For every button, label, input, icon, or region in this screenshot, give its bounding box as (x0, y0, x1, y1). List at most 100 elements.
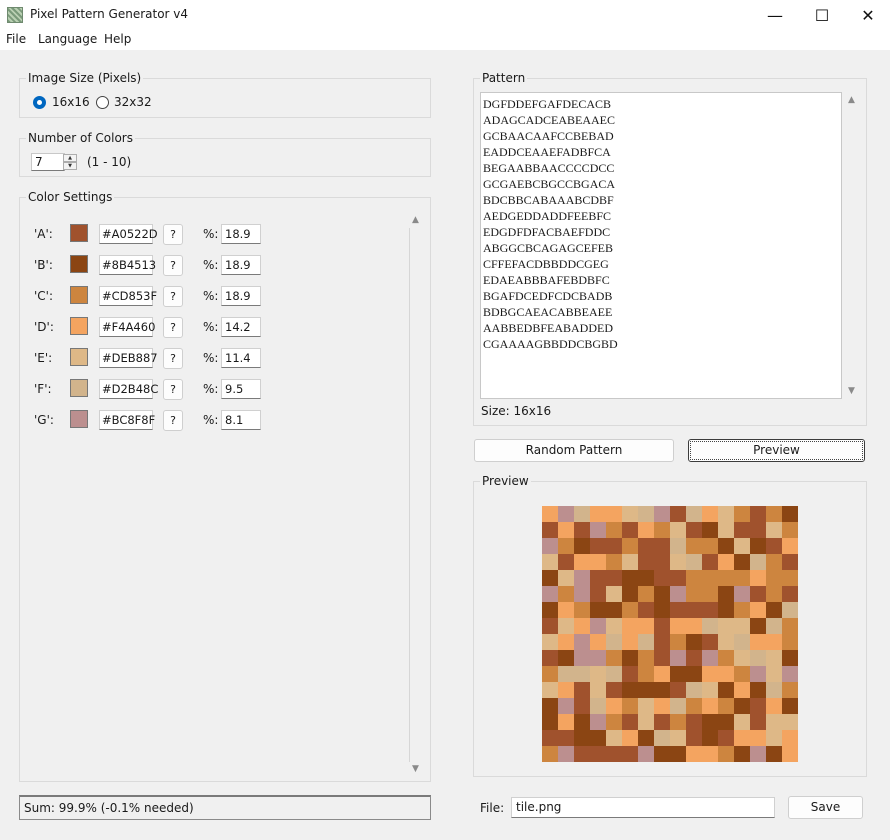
pattern-title: Pattern (480, 71, 528, 85)
preview-pixel (638, 602, 654, 618)
color-help-button[interactable]: ? (163, 410, 183, 431)
preview-pixel (670, 666, 686, 682)
pct-input[interactable]: 18.9 (221, 286, 261, 306)
preview-pixel (702, 554, 718, 570)
menu-bar: File Language Help (0, 30, 890, 50)
preview-pixel (622, 506, 638, 522)
preview-pixel (606, 746, 622, 762)
preview-pixel (766, 666, 782, 682)
pct-input[interactable]: 11.4 (221, 348, 261, 368)
num-colors-input[interactable]: 7 (31, 153, 65, 171)
color-help-button[interactable]: ? (163, 317, 183, 338)
color-help-button[interactable]: ? (163, 379, 183, 400)
color-swatch[interactable] (70, 317, 88, 335)
preview-pixel (766, 698, 782, 714)
color-label: 'C': (34, 289, 54, 303)
pct-input[interactable]: 8.1 (221, 410, 261, 430)
file-name-input[interactable]: tile.png (511, 797, 775, 818)
preview-pixel (654, 650, 670, 666)
color-swatch[interactable] (70, 379, 88, 397)
preview-pixel (606, 522, 622, 538)
preview-pixel (606, 618, 622, 634)
hex-input[interactable]: #A0522D (99, 224, 158, 244)
radio-32x32-label[interactable]: 32x32 (114, 95, 152, 109)
color-row-g: 'G': #BC8F8F ? %: 8.1 (34, 410, 274, 432)
preview-pixel (574, 522, 590, 538)
color-swatch[interactable] (70, 224, 88, 242)
color-swatch[interactable] (70, 286, 88, 304)
color-help-button[interactable]: ? (163, 255, 183, 276)
spin-up-icon[interactable]: ▲ (63, 154, 77, 162)
color-help-button[interactable]: ? (163, 224, 183, 245)
preview-pixel (638, 538, 654, 554)
menu-language[interactable]: Language (38, 32, 97, 46)
preview-pixel (622, 538, 638, 554)
color-swatch[interactable] (70, 348, 88, 366)
num-colors-spinner[interactable]: ▲ ▼ (63, 154, 77, 170)
hex-input[interactable]: #BC8F8F (99, 410, 155, 430)
app-icon (7, 7, 23, 23)
radio-32x32[interactable] (96, 96, 109, 109)
preview-pixel (782, 602, 798, 618)
hex-input[interactable]: #DEB887 (99, 348, 158, 368)
pct-input[interactable]: 18.9 (221, 224, 261, 244)
preview-pixel (638, 650, 654, 666)
preview-pixel (590, 650, 606, 666)
preview-pixel (590, 618, 606, 634)
preview-pixel (622, 586, 638, 602)
maximize-button[interactable]: ☐ (799, 0, 845, 30)
preview-pixel (574, 634, 590, 650)
color-help-button[interactable]: ? (163, 348, 183, 369)
preview-pixel (718, 698, 734, 714)
preview-pixel (670, 506, 686, 522)
hex-input[interactable]: #F4A460 (99, 317, 155, 337)
pattern-line: AEDGEDDADDFEEBFC (483, 209, 612, 223)
radio-16x16[interactable] (33, 96, 46, 109)
preview-pixel (638, 522, 654, 538)
color-swatch[interactable] (70, 255, 88, 273)
preview-pixel (670, 618, 686, 634)
preview-pixel (750, 730, 766, 746)
preview-image (542, 506, 798, 762)
preview-pixel (558, 506, 574, 522)
scroll-down-icon[interactable]: ▼ (412, 764, 419, 774)
pct-input[interactable]: 14.2 (221, 317, 261, 337)
preview-button[interactable]: Preview (688, 439, 865, 462)
preview-pixel (718, 746, 734, 762)
scroll-up-icon[interactable]: ▲ (412, 215, 419, 225)
pattern-scroll-up-icon[interactable]: ▲ (848, 95, 855, 105)
pattern-textarea[interactable]: DGFDDEFGAFDECACB ADAGCADCEABEAAEC GCBAACAA… (480, 92, 842, 399)
preview-pixel (718, 634, 734, 650)
pattern-line: BDCBBCABAAABCDBF (483, 193, 614, 207)
save-button[interactable]: Save (788, 796, 863, 819)
color-label: 'B': (34, 258, 53, 272)
menu-help[interactable]: Help (104, 32, 131, 46)
preview-pixel (670, 746, 686, 762)
color-help-button[interactable]: ? (163, 286, 183, 307)
preview-pixel (750, 634, 766, 650)
color-swatch[interactable] (70, 410, 88, 428)
menu-file[interactable]: File (6, 32, 26, 46)
close-button[interactable]: ✕ (845, 0, 890, 30)
hex-input[interactable]: #D2B48C (99, 379, 158, 399)
pct-input[interactable]: 9.5 (221, 379, 261, 399)
pct-input[interactable]: 18.9 (221, 255, 261, 275)
pattern-line: CGAAAAGBBDDCBGBD (483, 337, 618, 351)
preview-pixel (622, 618, 638, 634)
spin-down-icon[interactable]: ▼ (63, 162, 77, 170)
preview-pixel (542, 538, 558, 554)
scrollbar-track[interactable] (409, 228, 410, 762)
hex-input[interactable]: #CD853F (99, 286, 157, 306)
pattern-scroll-down-icon[interactable]: ▼ (848, 386, 855, 396)
random-pattern-button[interactable]: Random Pattern (474, 439, 674, 462)
preview-pixel (670, 730, 686, 746)
preview-pixel (542, 746, 558, 762)
radio-16x16-label[interactable]: 16x16 (52, 95, 90, 109)
preview-pixel (718, 522, 734, 538)
color-settings-group: Color Settings ▲ ▼ (19, 190, 431, 782)
hex-input[interactable]: #8B4513 (99, 255, 156, 275)
pattern-line: GCBAACAAFCCBEBAD (483, 129, 614, 143)
minimize-button[interactable]: — (752, 0, 798, 30)
preview-pixel (542, 730, 558, 746)
preview-pixel (622, 730, 638, 746)
